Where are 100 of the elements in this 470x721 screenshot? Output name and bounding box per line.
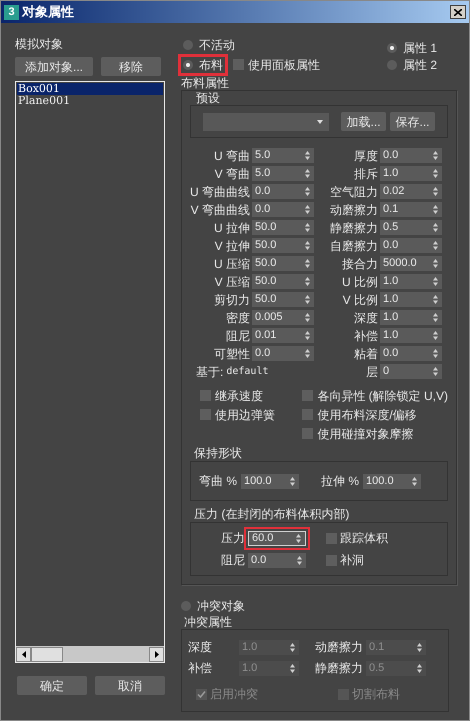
number-field[interactable]: 0.02 [380,184,442,199]
number-field[interactable]: 1.0 [380,166,442,181]
radio-button[interactable] [386,43,397,53]
number-field[interactable]: 5.0 [252,148,314,163]
number-field[interactable]: 1.0 [380,292,442,307]
number-field[interactable]: 50.0 [252,256,314,271]
checkbox[interactable] [326,532,337,544]
highlight-frame [244,526,310,550]
spinner-arrows-icon[interactable] [433,331,438,340]
spinner-arrows-icon[interactable] [305,259,310,268]
label: U 弯曲 [214,148,250,164]
spinner-arrows-icon[interactable] [305,313,310,322]
spinner-arrows-icon[interactable] [305,241,310,250]
spinner-arrows-icon[interactable] [305,205,310,214]
push-button[interactable]: 添加对象... [15,57,93,76]
spinner-arrows-icon[interactable] [305,169,310,178]
checkbox[interactable] [302,428,314,439]
spinner-arrows-icon[interactable] [433,367,438,376]
scroll-right-icon[interactable] [149,646,164,662]
label: 不活动 [199,36,235,54]
spinner-arrows-icon[interactable] [433,151,438,160]
label: 阻尼 [226,328,250,344]
list-item[interactable]: Plane001 [17,95,163,107]
number-field[interactable]: 0.0 [252,346,314,361]
spinner-arrows-icon[interactable] [305,277,310,286]
label: 冲突对象 [197,598,245,615]
number-field[interactable]: 50.0 [252,292,314,307]
spinner-arrows-icon[interactable] [433,205,438,214]
horizontal-scrollbar[interactable] [16,646,164,662]
number-field[interactable]: 0.0 [380,238,442,253]
spinner-arrows-icon[interactable] [433,313,438,322]
checkbox[interactable] [200,409,211,420]
label: U 比例 [342,274,378,290]
spinner-arrows-icon[interactable] [433,169,438,178]
spinner-arrows-icon[interactable] [305,223,310,232]
spinner-arrows-icon[interactable] [296,534,301,542]
radio-button[interactable] [183,60,193,70]
number-field[interactable]: 0.5 [380,220,442,235]
number-field[interactable]: 60.0 [248,530,306,546]
number-field[interactable]: 50.0 [252,238,314,253]
number-field[interactable]: 5000.0 [380,256,442,271]
number-field[interactable]: 1.0 [380,274,442,289]
group-title: 冲突属性 [183,615,233,629]
label: 使用面板属性 [248,56,320,74]
number-field[interactable]: 0.01 [252,328,314,343]
number-field[interactable]: 0.0 [252,184,314,199]
spinner-arrows-icon[interactable] [412,476,418,486]
number-field[interactable]: 5.0 [252,166,314,181]
spinner-arrows-icon[interactable] [297,556,302,564]
checkbox[interactable] [200,390,211,401]
push-button[interactable]: 确定 [17,676,87,695]
spinner-arrows-icon[interactable] [290,476,296,486]
push-button[interactable]: 移除 [101,57,161,76]
spinner-arrows-icon[interactable] [305,349,310,358]
list-item[interactable]: Box001 [17,83,163,95]
number-field[interactable]: 50.0 [252,220,314,235]
spinner-arrows-icon[interactable] [433,187,438,196]
checkbox[interactable] [233,59,244,70]
label: 深度 [354,310,378,326]
number-field[interactable]: 1.0 [380,328,442,343]
spinner-arrows-icon[interactable] [305,187,310,196]
section-label: 模拟对象 [15,36,64,53]
number-field[interactable]: 100.0 [363,474,422,488]
push-button[interactable]: 保存... [390,112,435,131]
scroll-left-icon[interactable] [16,646,31,662]
radio-button[interactable] [386,60,397,70]
spinner-arrows-icon[interactable] [433,295,438,304]
number-field[interactable]: 0.0 [252,202,314,217]
spinner-arrows-icon[interactable] [305,331,310,340]
number-field[interactable]: 0.005 [252,310,314,325]
number-field[interactable]: 1.0 [380,310,442,325]
number-field[interactable]: 0 [380,364,442,379]
spinner-arrows-icon[interactable] [433,223,438,232]
spinner-arrows-icon[interactable] [305,295,310,304]
preset-name: default [226,365,268,379]
spinner-arrows-icon[interactable] [433,259,438,268]
spinner-arrows-icon[interactable] [433,349,438,358]
number-field[interactable]: 0.0 [248,552,306,568]
label: 静磨擦力 [330,220,378,236]
close-button[interactable] [450,5,466,19]
push-button[interactable]: 取消 [95,676,165,695]
label: 密度 [226,310,250,326]
push-button[interactable]: 加载... [341,112,386,131]
spinner-arrows-icon[interactable] [305,151,310,160]
checkbox[interactable] [326,554,337,566]
spinner-arrows-icon[interactable] [433,241,438,250]
checkbox[interactable] [302,390,314,401]
spinner-arrows-icon[interactable] [433,277,438,286]
label: 使用边弹簧 [215,406,275,424]
scroll-thumb[interactable] [31,646,63,662]
number-field[interactable]: 0.0 [380,148,442,163]
checkbox[interactable] [302,409,314,420]
number-field[interactable]: 100.0 [241,474,300,488]
radio-button[interactable] [183,40,193,50]
number-field[interactable]: 50.0 [252,274,314,289]
number-field[interactable]: 0.1 [380,202,442,217]
number-field[interactable]: 0.0 [380,346,442,361]
radio-button[interactable] [181,601,191,611]
label: 排斥 [354,166,378,182]
label: 跟踪体积 [340,530,388,547]
